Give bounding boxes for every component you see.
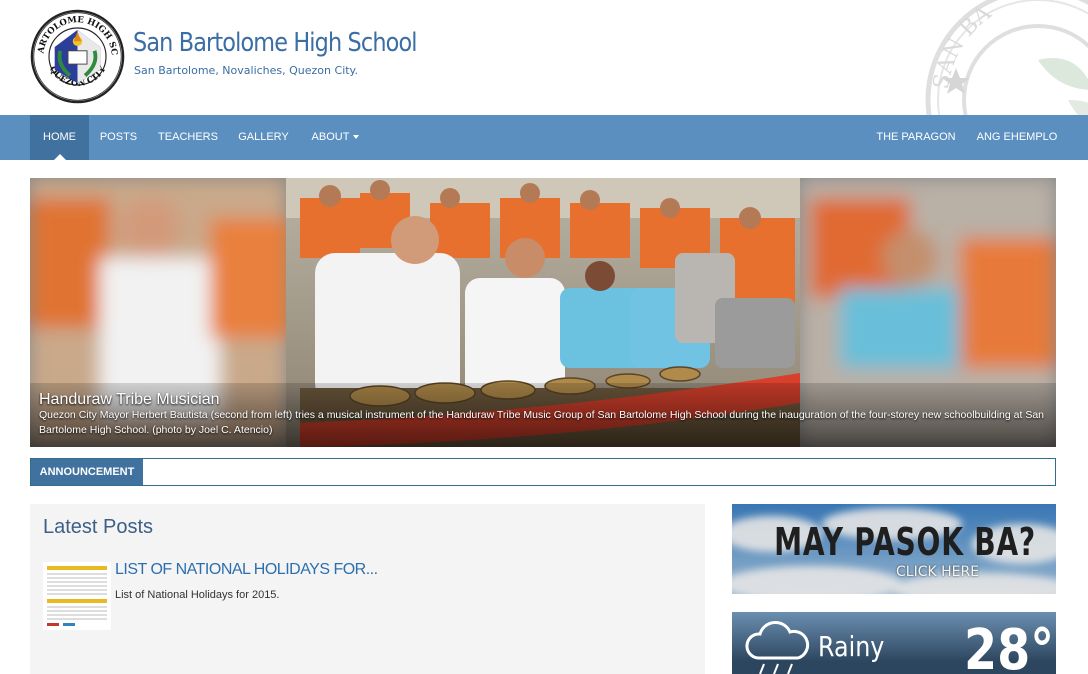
slide-title[interactable]: Handuraw Tribe Musician [39, 391, 220, 409]
nav-about-label: About [311, 131, 350, 143]
main-navbar: Home Posts Teachers Gallery About The Pa… [0, 115, 1088, 160]
site-subtitle: San Bartolome, Novaliches, Quezon City. [134, 64, 358, 77]
nav-ang-ehemplo[interactable]: Ang Ehemplo [966, 115, 1068, 160]
nav-teachers[interactable]: Teachers [148, 115, 228, 160]
caret-down-icon [353, 135, 360, 140]
post-title-link[interactable]: LIST OF NATIONAL HOLIDAYS FOR... [115, 561, 378, 579]
weather-widget[interactable]: Rainy 28° [732, 612, 1056, 674]
slide-caption: Quezon City Mayor Herbert Bautista (seco… [39, 409, 1044, 436]
weather-temperature: 28° [964, 618, 1055, 674]
banner-title: MAY PASOK BA? [774, 520, 1036, 564]
seal-watermark: SAN BA [925, 0, 1088, 115]
cloud-rain-icon [745, 621, 810, 674]
nav-about[interactable]: About [299, 115, 372, 160]
school-seal-logo[interactable]: SAN BARTOLOME HIGH SCHOOL QUEZON CITY [30, 9, 125, 104]
site-title[interactable]: San Bartolome High School [133, 28, 417, 58]
post-thumbnail[interactable] [43, 562, 111, 630]
banner-click-here[interactable]: CLICK HERE [896, 564, 979, 580]
announcement-bar: ANNOUNCEMENT [30, 458, 1056, 486]
nav-home[interactable]: Home [30, 115, 89, 160]
post-excerpt: List of National Holidays for 2015. [115, 589, 280, 601]
latest-posts-heading: Latest Posts [43, 516, 154, 538]
announcement-ticker[interactable] [149, 459, 1051, 485]
nav-the-paragon[interactable]: The Paragon [866, 115, 966, 160]
nav-posts[interactable]: Posts [89, 115, 148, 160]
nav-gallery[interactable]: Gallery [228, 115, 299, 160]
weather-condition: Rainy [818, 630, 885, 663]
announcement-label: ANNOUNCEMENT [31, 459, 143, 485]
may-pasok-ba-banner[interactable]: MAY PASOK BA? CLICK HERE [732, 504, 1056, 594]
site-header: SAN BARTOLOME HIGH SCHOOL QUEZON CITY Sa… [0, 0, 1088, 115]
latest-posts-panel: Latest Posts LIST OF NATIONAL HOLIDAYS F… [30, 504, 705, 674]
